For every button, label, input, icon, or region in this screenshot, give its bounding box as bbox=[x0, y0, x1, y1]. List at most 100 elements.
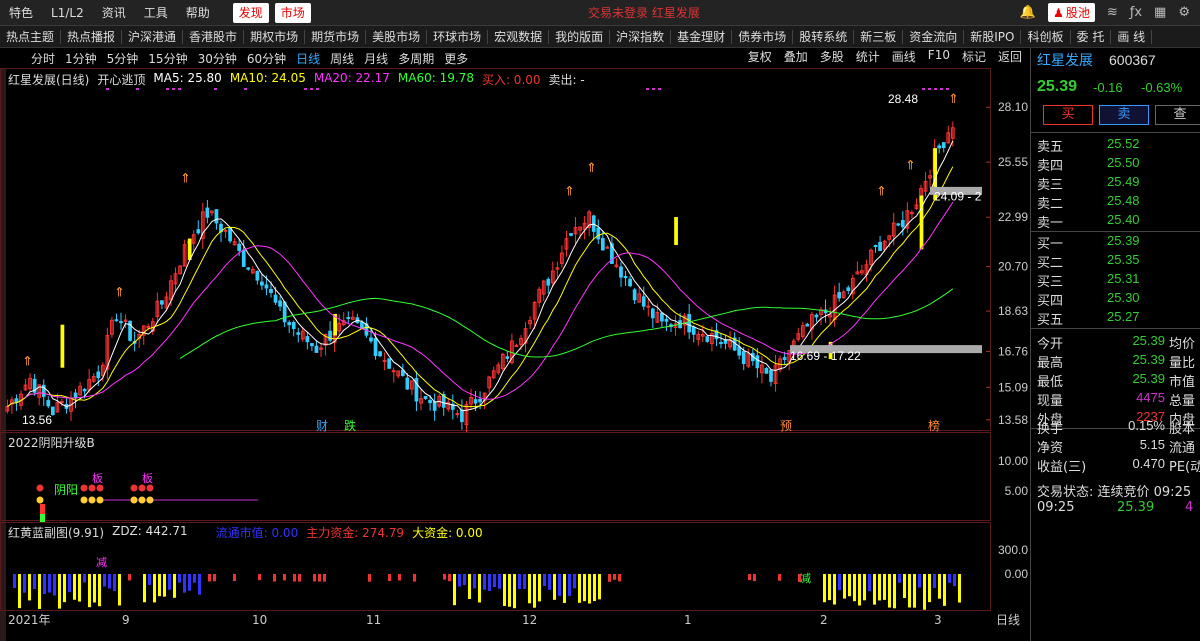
period-5[interactable]: 60分钟 bbox=[242, 50, 291, 67]
sub2-bar bbox=[113, 574, 116, 591]
chart-area[interactable]: 28.10 25.55 22.99 20.70 18.63 16.76 15.09 13.58… bbox=[0, 68, 1030, 641]
buy-button[interactable]: 买 bbox=[1043, 105, 1093, 125]
bid-row[interactable]: 买一 25.39 bbox=[1037, 233, 1197, 252]
sub2-title[interactable]: 红黄蓝副图(9.91) bbox=[8, 524, 104, 541]
market-tab-0[interactable]: 热点主题 bbox=[0, 29, 62, 44]
market-tab-8[interactable]: 宏观数据 bbox=[488, 29, 550, 44]
buy-signal: 买入: 0.00 bbox=[481, 73, 541, 87]
book-label: 卖五 bbox=[1037, 140, 1064, 155]
period-10[interactable]: 更多 bbox=[439, 50, 473, 67]
sub1-label: 板 bbox=[92, 471, 103, 485]
chart-tool-6[interactable]: 标记 bbox=[956, 48, 992, 65]
sub2-bar bbox=[398, 574, 401, 581]
stock-pool-button[interactable]: ♟ 股池 bbox=[1048, 3, 1095, 22]
period-4[interactable]: 30分钟 bbox=[193, 50, 242, 67]
market-tab-6[interactable]: 美股市场 bbox=[366, 29, 428, 44]
market-tab-19[interactable]: 画 线 bbox=[1111, 29, 1153, 44]
signal-dot bbox=[304, 88, 307, 90]
stat-value: 25.39 bbox=[1132, 371, 1165, 386]
market-tab-13[interactable]: 股转系统 bbox=[793, 29, 855, 44]
tab-discover[interactable]: 发现 bbox=[232, 2, 269, 23]
bid-row[interactable]: 买四 25.30 bbox=[1037, 290, 1197, 309]
market-tab-10[interactable]: 沪深指数 bbox=[610, 29, 672, 44]
stock-change: -0.16 bbox=[1093, 80, 1123, 95]
market-tab-17[interactable]: 科创板 bbox=[1021, 29, 1071, 44]
settings-icon[interactable]: ⚙ bbox=[1178, 5, 1190, 20]
market-tab-4[interactable]: 期权市场 bbox=[244, 29, 306, 44]
formula-icon[interactable]: ƒx bbox=[1130, 5, 1142, 20]
market-tab-14[interactable]: 新三板 bbox=[854, 29, 904, 44]
sub1-marker bbox=[96, 484, 104, 492]
stock-pool-icon: ♟ bbox=[1053, 5, 1064, 20]
chart-tool-3[interactable]: 统计 bbox=[850, 48, 886, 65]
candle-body bbox=[896, 223, 901, 226]
chart-tool-7[interactable]: 返回 bbox=[992, 48, 1028, 65]
sub2-bar bbox=[568, 574, 571, 596]
period-6[interactable]: 日线 bbox=[291, 50, 325, 67]
price-tick-label: 18.63 bbox=[998, 304, 1028, 318]
menu-help[interactable]: 帮助 bbox=[177, 0, 219, 26]
sub2-bar bbox=[858, 574, 861, 606]
chart-tool-2[interactable]: 多股 bbox=[814, 48, 850, 65]
period-3[interactable]: 15分钟 bbox=[143, 50, 192, 67]
chart-tool-1[interactable]: 叠加 bbox=[778, 48, 814, 65]
period-8[interactable]: 月线 bbox=[359, 50, 393, 67]
menu-l1l2[interactable]: L1/L2 bbox=[42, 0, 93, 26]
period-2[interactable]: 5分钟 bbox=[102, 50, 144, 67]
kline-chart[interactable]: 28.10 25.55 22.99 20.70 18.63 16.76 15.09 13.58… bbox=[0, 68, 1030, 641]
ask-row[interactable]: 卖四 25.50 bbox=[1037, 155, 1197, 174]
book-price: 25.40 bbox=[1107, 212, 1140, 227]
stat-right-label: 股本 bbox=[1169, 422, 1196, 437]
bid-row[interactable]: 买三 25.31 bbox=[1037, 271, 1197, 290]
ask-row[interactable]: 卖一 25.40 bbox=[1037, 212, 1197, 231]
market-tab-2[interactable]: 沪深港通 bbox=[122, 29, 184, 44]
event-mark: 跌 bbox=[344, 418, 356, 433]
chart-tool-0[interactable]: 复权 bbox=[742, 48, 778, 65]
menu-tools[interactable]: 工具 bbox=[135, 0, 177, 26]
market-tab-15[interactable]: 资金流向 bbox=[903, 29, 965, 44]
market-tab-16[interactable]: 新股IPO bbox=[964, 29, 1022, 44]
tick-time: 09:25 bbox=[1037, 500, 1075, 515]
sub2-bar bbox=[108, 574, 111, 589]
market-tab-1[interactable]: 热点播报 bbox=[61, 29, 123, 44]
market-tab-7[interactable]: 环球市场 bbox=[427, 29, 489, 44]
market-tab-3[interactable]: 香港股市 bbox=[183, 29, 245, 44]
tab-market[interactable]: 市场 bbox=[274, 2, 311, 23]
top-signal-icon: ⇑ bbox=[180, 172, 191, 187]
chart-tool-4[interactable]: 画线 bbox=[886, 48, 922, 65]
bell-icon[interactable]: 🔔 bbox=[1020, 5, 1036, 20]
sub2-bar bbox=[38, 574, 41, 609]
period-9[interactable]: 多周期 bbox=[393, 50, 439, 67]
market-tab-18[interactable]: 委 托 bbox=[1071, 29, 1112, 44]
sub2-bar bbox=[118, 574, 121, 606]
candle-body bbox=[369, 337, 373, 342]
book-price: 25.35 bbox=[1107, 252, 1140, 267]
chart-tool-5[interactable]: F10 bbox=[922, 48, 956, 65]
sell-button[interactable]: 卖 bbox=[1099, 105, 1149, 125]
sub2-bar bbox=[883, 574, 886, 600]
market-tab-12[interactable]: 债券市场 bbox=[732, 29, 794, 44]
period-7[interactable]: 周线 bbox=[325, 50, 359, 67]
bid-row[interactable]: 买二 25.35 bbox=[1037, 252, 1197, 271]
sub2-bar bbox=[843, 574, 846, 599]
layers-icon[interactable]: ≋ bbox=[1107, 5, 1118, 20]
ask-row[interactable]: 卖三 25.49 bbox=[1037, 174, 1197, 193]
sub2-bar bbox=[208, 574, 211, 582]
book-label: 卖一 bbox=[1037, 216, 1064, 231]
ask-row[interactable]: 卖二 25.48 bbox=[1037, 193, 1197, 212]
market-tab-11[interactable]: 基金理财 bbox=[671, 29, 733, 44]
menu-features[interactable]: 特色 bbox=[0, 0, 42, 26]
bid-row[interactable]: 买五 25.27 bbox=[1037, 309, 1197, 328]
sub1-title[interactable]: 2022阴阳升级B bbox=[8, 434, 95, 451]
market-tab-9[interactable]: 我的版面 bbox=[549, 29, 611, 44]
period-1[interactable]: 1分钟 bbox=[60, 50, 102, 67]
grid-icon[interactable]: ▦ bbox=[1154, 5, 1166, 20]
sub2-bar bbox=[163, 574, 166, 597]
indicator-name[interactable]: 开心逃顶 bbox=[97, 71, 145, 88]
menu-news[interactable]: 资讯 bbox=[93, 0, 135, 26]
period-0[interactable]: 分时 bbox=[26, 50, 60, 67]
query-button[interactable]: 查 bbox=[1155, 105, 1200, 125]
market-tab-5[interactable]: 期货市场 bbox=[305, 29, 367, 44]
ask-row[interactable]: 卖五 25.52 bbox=[1037, 136, 1197, 155]
sub2-bar bbox=[548, 574, 551, 590]
